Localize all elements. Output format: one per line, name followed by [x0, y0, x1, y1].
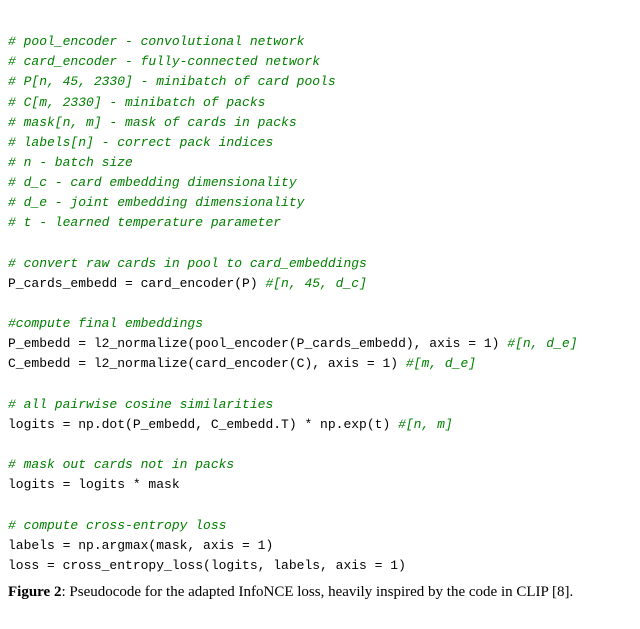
code-p-cards-embedd: P_cards_embedd = card_encoder(P) — [8, 276, 265, 291]
comment-p-embedd-dim: #[n, d_e] — [507, 336, 577, 351]
comment-logits-dim: #[n, m] — [398, 417, 453, 432]
comment-ce-loss: # compute cross-entropy loss — [8, 518, 226, 533]
comment-dc: # d_c - card embedding dimensionality — [8, 175, 297, 190]
code-p-embedd: P_embedd = l2_normalize(pool_encoder(P_c… — [8, 336, 507, 351]
comment-c-embedd-dim: #[m, d_e] — [406, 356, 476, 371]
comment-mask-out: # mask out cards not in packs — [8, 457, 234, 472]
code-loss: loss = cross_entropy_loss(logits, labels… — [8, 558, 406, 573]
comment-n: # n - batch size — [8, 155, 133, 170]
comment-p-shape: # P[n, 45, 2330] - minibatch of card poo… — [8, 74, 336, 89]
comment-pairwise: # all pairwise cosine similarities — [8, 397, 273, 412]
comment-labels: # labels[n] - correct pack indices — [8, 135, 273, 150]
comment-p-cards-dim: #[n, 45, d_c] — [265, 276, 366, 291]
code-logits: logits = np.dot(P_embedd, C_embedd.T) * … — [8, 417, 398, 432]
code-c-embedd: C_embedd = l2_normalize(card_encoder(C),… — [8, 356, 406, 371]
figure-caption-text: : Pseudocode for the adapted InfoNCE los… — [61, 584, 573, 600]
code-logits-mask: logits = logits * mask — [8, 477, 180, 492]
comment-card-encoder: # card_encoder - fully-connected network — [8, 54, 320, 69]
figure-caption: Figure 2: Pseudocode for the adapted Inf… — [8, 582, 632, 602]
comment-mask: # mask[n, m] - mask of cards in packs — [8, 115, 297, 130]
comment-final-embed: #compute final embeddings — [8, 316, 203, 331]
pseudocode-block: # pool_encoder - convolutional network #… — [8, 12, 632, 576]
code-labels: labels = np.argmax(mask, axis = 1) — [8, 538, 273, 553]
comment-c-shape: # C[m, 2330] - minibatch of packs — [8, 95, 265, 110]
comment-t: # t - learned temperature parameter — [8, 215, 281, 230]
figure-label: Figure 2 — [8, 584, 61, 600]
comment-convert: # convert raw cards in pool to card_embe… — [8, 256, 367, 271]
comment-de: # d_e - joint embedding dimensionality — [8, 195, 304, 210]
comment-pool-encoder: # pool_encoder - convolutional network — [8, 34, 304, 49]
